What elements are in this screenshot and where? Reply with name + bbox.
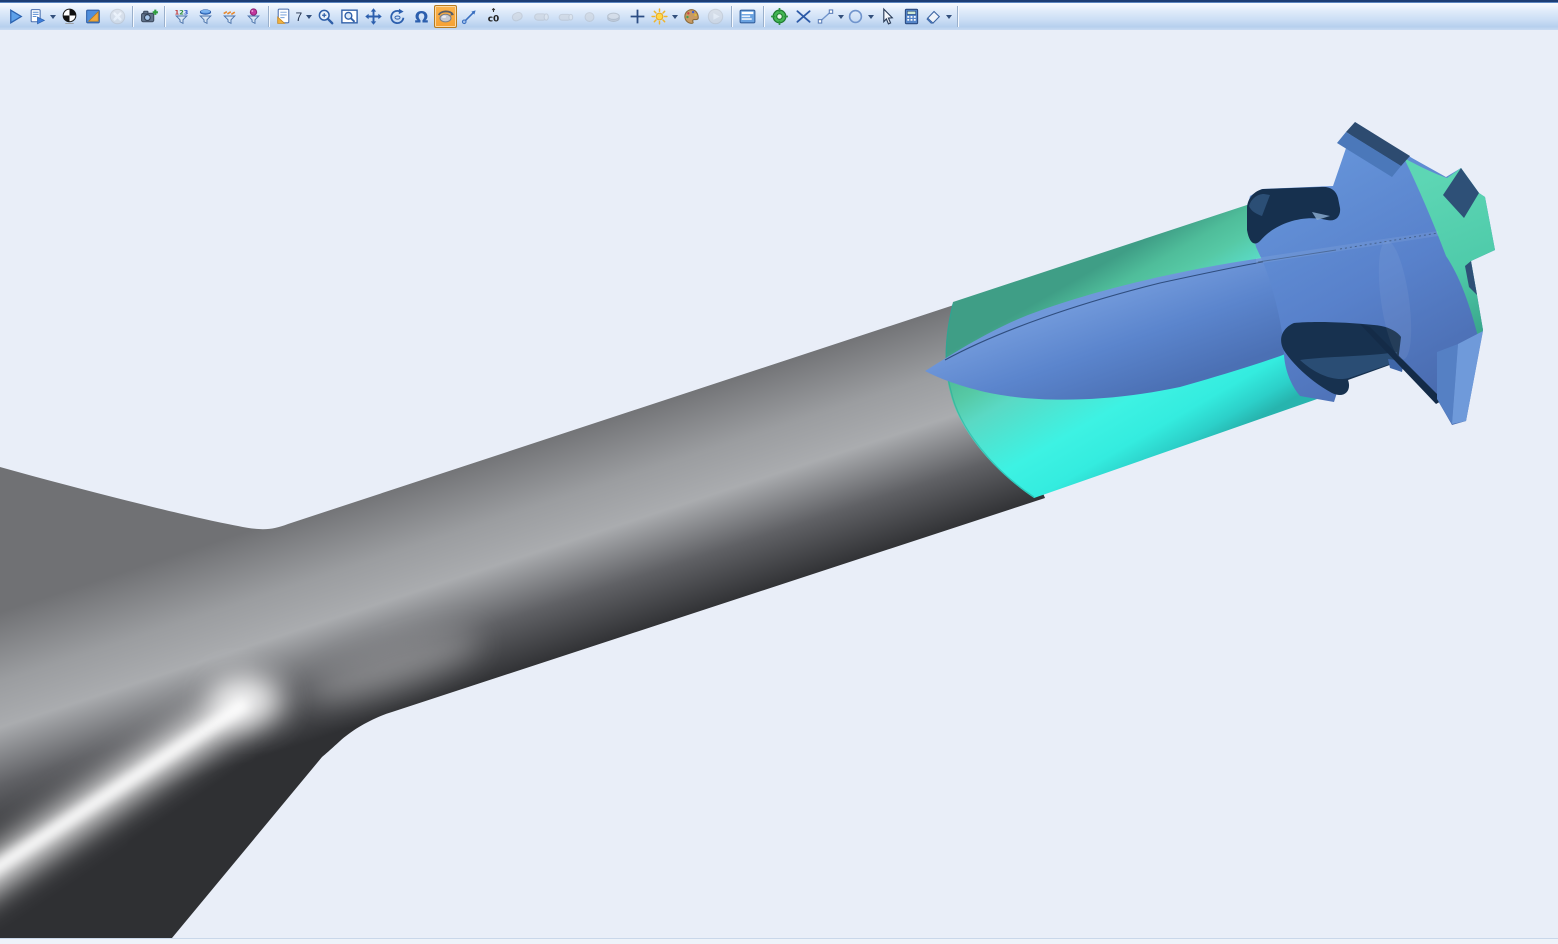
c0-icon: c0 — [484, 7, 503, 26]
select-cursor-button[interactable] — [876, 5, 899, 28]
ghostSphere-icon — [580, 7, 599, 26]
chevron-down-icon — [946, 15, 952, 22]
pan-icon — [364, 7, 383, 26]
cameraAdd-icon — [140, 7, 159, 26]
rotate-axis-button[interactable]: Ω — [410, 5, 433, 28]
docExport-icon — [28, 7, 47, 26]
toolbar-separator — [763, 6, 765, 27]
colors-button[interactable] — [680, 5, 703, 28]
fMoves-icon — [220, 7, 239, 26]
circleTool-icon — [846, 7, 865, 26]
zoom-in-button[interactable] — [314, 5, 337, 28]
circle-tool-button[interactable] — [846, 5, 875, 28]
chevron-down-icon — [672, 15, 678, 22]
filter-by-number-button[interactable]: 123 — [170, 5, 193, 28]
svg-text:c0: c0 — [488, 14, 500, 24]
pan-button[interactable] — [362, 5, 385, 28]
main-toolbar: 123 7 Ωc0 — [0, 2, 1558, 31]
f123-icon: 123 — [172, 7, 191, 26]
fSphere-icon — [244, 7, 263, 26]
calculator-button[interactable] — [900, 5, 923, 28]
material-icon — [84, 7, 103, 26]
omega-icon: Ω — [412, 7, 431, 26]
line-tool-button[interactable] — [816, 5, 845, 28]
snap-target-button[interactable] — [768, 5, 791, 28]
toolbar-separator — [957, 6, 959, 27]
palette-icon — [682, 7, 701, 26]
chevron-down-icon — [306, 15, 312, 22]
chevron-down-icon — [50, 15, 56, 22]
turntable-icon — [436, 7, 455, 26]
crosshair-button[interactable] — [626, 5, 649, 28]
material-view-button[interactable] — [82, 5, 105, 28]
show-shank-button — [530, 5, 553, 28]
pageEdit-icon — [274, 7, 293, 26]
toolbar-separator — [132, 6, 134, 27]
export-report-button[interactable] — [28, 5, 57, 28]
stop-button — [106, 5, 129, 28]
cursor-icon — [878, 7, 897, 26]
svg-text:Ω: Ω — [415, 7, 429, 26]
filter-by-tool-button[interactable] — [194, 5, 217, 28]
run-button[interactable] — [4, 5, 27, 28]
toolbar-separator — [268, 6, 270, 27]
svg-text:123: 123 — [174, 8, 188, 16]
measure-icon — [460, 7, 479, 26]
viewport-3d[interactable] — [0, 30, 1558, 938]
playDis-icon — [706, 7, 725, 26]
show-stock-button — [578, 5, 601, 28]
view-pages-button[interactable]: 7 — [274, 5, 314, 28]
capture-image-button[interactable] — [138, 5, 161, 28]
sun-icon — [650, 7, 669, 26]
filter-by-moves-button[interactable] — [218, 5, 241, 28]
toolbar-separator — [731, 6, 733, 27]
target-icon — [770, 7, 789, 26]
animate-button — [704, 5, 727, 28]
ghostCyl3-icon — [604, 7, 623, 26]
chevron-down-icon — [868, 15, 874, 22]
delete-point-button[interactable] — [792, 5, 815, 28]
toolbar-separator — [164, 6, 166, 27]
rotate3d-icon — [388, 7, 407, 26]
window-bottom-edge — [0, 938, 1558, 944]
show-tool-button — [554, 5, 577, 28]
eraser-icon — [924, 7, 943, 26]
rotate-3d-button[interactable] — [386, 5, 409, 28]
cross-icon — [628, 7, 647, 26]
show-holder-button — [506, 5, 529, 28]
calc-icon — [902, 7, 921, 26]
zoom-window-button[interactable] — [338, 5, 361, 28]
ghostCyl2-icon — [556, 7, 575, 26]
fTool-icon — [196, 7, 215, 26]
toggle-panel-button[interactable] — [736, 5, 759, 28]
play-icon — [6, 7, 25, 26]
chevron-down-icon — [838, 15, 844, 22]
show-fixture-button — [602, 5, 625, 28]
ghostHalf-icon — [508, 7, 527, 26]
mass-properties-button[interactable] — [58, 5, 81, 28]
massProps-icon — [60, 7, 79, 26]
rotate-turntable-button[interactable] — [434, 5, 457, 28]
panelList-icon — [738, 7, 757, 26]
lineSeg-icon — [816, 7, 835, 26]
measure-distance-button[interactable] — [458, 5, 481, 28]
closeDis-icon — [108, 7, 127, 26]
crossX-icon — [794, 7, 813, 26]
filter-by-feature-button[interactable] — [242, 5, 265, 28]
ghostCyl-icon — [532, 7, 551, 26]
zoomWin-icon — [340, 7, 359, 26]
lighting-button[interactable] — [650, 5, 679, 28]
zoomIn-icon — [316, 7, 335, 26]
view-pages-label: 7 — [296, 10, 303, 24]
eraser-button[interactable] — [924, 5, 953, 28]
annotation-c0-button[interactable]: c0 — [482, 5, 505, 28]
